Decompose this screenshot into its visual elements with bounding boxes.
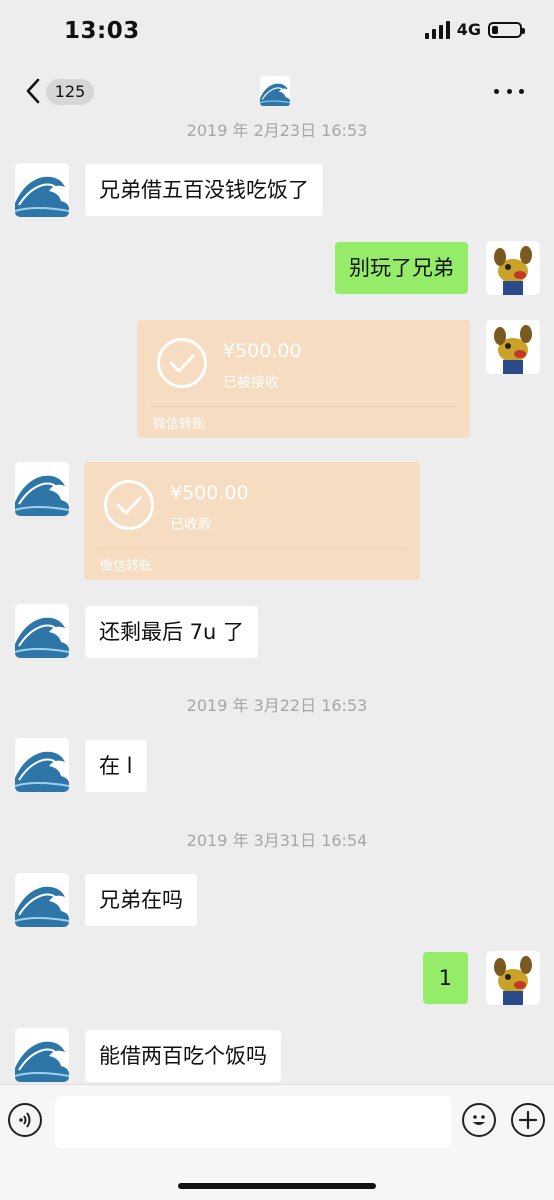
transfer-amount: ¥500.00 xyxy=(170,482,249,504)
contact-avatar[interactable] xyxy=(15,873,69,927)
message-bubble-incoming[interactable]: 兄弟借五百没钱吃饭了 xyxy=(85,164,323,216)
dog-avatar-icon xyxy=(486,241,540,295)
transfer-divider xyxy=(151,406,456,407)
contact-avatar[interactable] xyxy=(15,1028,69,1082)
more-functions-button[interactable] xyxy=(511,1103,545,1137)
transfer-card-outgoing[interactable]: ¥500.00 已被接收 微信转账 xyxy=(137,320,470,438)
plus-icon xyxy=(518,1110,538,1130)
more-button[interactable] xyxy=(494,76,524,106)
transfer-source: 微信转账 xyxy=(100,559,153,574)
message-bubble-incoming[interactable]: 兄弟在吗 xyxy=(85,874,197,926)
timestamp: 2019 年 2月23日 16:53 xyxy=(186,121,368,140)
check-circle-icon xyxy=(104,480,154,530)
wave-avatar-icon xyxy=(15,1028,69,1082)
timestamp: 2019 年 3月22日 16:53 xyxy=(186,696,368,715)
wave-avatar-icon xyxy=(260,76,290,106)
my-avatar[interactable] xyxy=(486,951,540,1005)
transfer-source: 微信转账 xyxy=(153,417,206,432)
my-avatar[interactable] xyxy=(486,241,540,295)
dog-avatar-icon xyxy=(486,320,540,374)
back-button[interactable] xyxy=(22,76,46,106)
message-bubble-incoming[interactable]: 能借两百吃个饭吗 xyxy=(85,1030,281,1082)
unread-count-badge[interactable]: 125 xyxy=(46,79,94,105)
transfer-status: 已收款 xyxy=(170,517,212,533)
emoji-button[interactable] xyxy=(462,1103,496,1137)
transfer-amount: ¥500.00 xyxy=(223,340,302,362)
voice-icon xyxy=(19,1112,31,1128)
contact-avatar[interactable] xyxy=(15,462,69,516)
dog-avatar-icon xyxy=(486,951,540,1005)
wave-avatar-icon xyxy=(15,873,69,927)
contact-avatar[interactable] xyxy=(15,604,69,658)
message-bubble-incoming[interactable]: 还剩最后 7u 了 xyxy=(85,606,259,658)
message-bubble-outgoing[interactable]: 1 xyxy=(422,952,468,1004)
status-bar: 13:03 4G xyxy=(0,0,554,66)
wave-avatar-icon xyxy=(15,163,69,217)
status-time: 13:03 xyxy=(64,18,140,44)
more-icon xyxy=(494,88,499,94)
transfer-card-incoming[interactable]: ¥500.00 已收款 微信转账 xyxy=(84,462,420,580)
emoji-icon xyxy=(473,1115,485,1125)
timestamp: 2019 年 3月31日 16:54 xyxy=(186,831,368,850)
home-indicator xyxy=(178,1183,376,1189)
my-avatar[interactable] xyxy=(486,320,540,374)
wave-avatar-icon xyxy=(15,738,69,792)
network-type: 4G xyxy=(456,20,481,39)
voice-button[interactable] xyxy=(8,1103,42,1137)
wave-avatar-icon xyxy=(15,604,69,658)
transfer-status: 已被接收 xyxy=(223,375,279,391)
message-input[interactable] xyxy=(55,1096,451,1148)
contact-avatar[interactable] xyxy=(15,163,69,217)
check-circle-icon xyxy=(157,338,207,388)
signal-icon xyxy=(424,20,450,39)
wave-avatar-icon xyxy=(15,462,69,516)
status-indicators: 4G xyxy=(424,20,525,39)
transfer-divider xyxy=(98,548,406,549)
message-bubble-outgoing[interactable]: 别玩了兄弟 xyxy=(335,242,468,294)
battery-icon xyxy=(488,21,525,38)
message-bubble-incoming[interactable]: 在 l xyxy=(85,740,147,792)
chat-header: 125 xyxy=(0,66,554,116)
back-icon xyxy=(26,78,40,104)
chat-title-avatar[interactable] xyxy=(260,76,290,106)
contact-avatar[interactable] xyxy=(15,738,69,792)
